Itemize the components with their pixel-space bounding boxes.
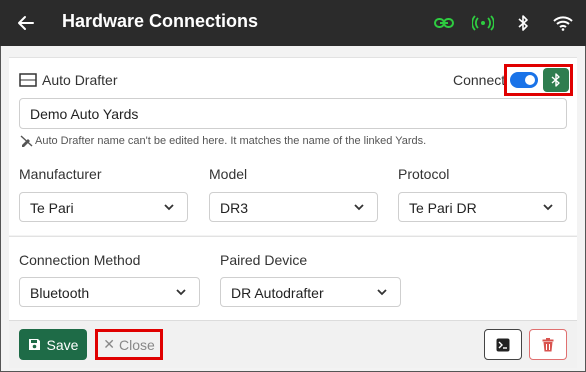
delete-button[interactable]: [529, 329, 567, 360]
paired-device-label: Paired Device: [220, 252, 308, 268]
protocol-value: Te Pari DR: [409, 200, 477, 216]
connection-method-label: Connection Method: [19, 252, 141, 268]
auto-drafter-icon: [19, 73, 37, 87]
paired-device-value: DR Autodrafter: [231, 285, 324, 301]
chevron-down-icon: [354, 204, 364, 211]
bluetooth-icon: [512, 13, 534, 33]
app-bar: Hardware Connections: [0, 0, 586, 46]
close-label: Close: [118, 336, 155, 353]
terminal-button[interactable]: [484, 329, 522, 360]
manufacturer-label: Manufacturer: [19, 166, 102, 182]
model-value: DR3: [220, 200, 249, 216]
manufacturer-value: Te Pari: [30, 200, 74, 216]
page-title: Hardware Connections: [62, 11, 259, 31]
chevron-down-icon: [176, 289, 186, 296]
protocol-label: Protocol: [398, 166, 450, 182]
chevron-down-icon: [164, 204, 174, 211]
arrow-left-icon: [18, 16, 34, 30]
paired-device-select[interactable]: DR Autodrafter: [220, 277, 401, 307]
protocol-select[interactable]: Te Pari DR: [398, 192, 567, 222]
section-title: Auto Drafter: [42, 72, 118, 88]
bluetooth-button[interactable]: [543, 68, 569, 92]
back-button[interactable]: [12, 9, 40, 37]
save-icon: [28, 339, 40, 350]
edit-off-icon: [20, 135, 33, 147]
chevron-down-icon: [543, 204, 553, 211]
connection-method-select[interactable]: Bluetooth: [19, 277, 200, 307]
manufacturer-select[interactable]: Te Pari: [19, 192, 188, 222]
connect-toggle[interactable]: [510, 72, 538, 88]
wifi-icon: [552, 13, 574, 33]
close-button[interactable]: ✕ Close: [95, 329, 163, 360]
connect-label: Connect: [453, 72, 506, 88]
broadcast-icon: [472, 13, 494, 33]
connection-method-value: Bluetooth: [30, 285, 90, 301]
save-button[interactable]: Save: [19, 329, 87, 360]
trash-icon: [542, 337, 554, 351]
name-hint: Auto Drafter name can't be edited here. …: [35, 135, 427, 147]
link-icon: [433, 13, 455, 33]
toggle-knob: [525, 75, 535, 85]
bluetooth-icon: [551, 73, 560, 87]
model-select[interactable]: DR3: [209, 192, 378, 222]
auto-drafter-name-field[interactable]: Demo Auto Yards: [19, 98, 567, 129]
save-label: Save: [46, 336, 79, 353]
chevron-down-icon: [377, 289, 387, 296]
terminal-icon: [496, 338, 510, 351]
model-label: Model: [209, 166, 248, 182]
close-icon: ✕: [103, 336, 115, 352]
